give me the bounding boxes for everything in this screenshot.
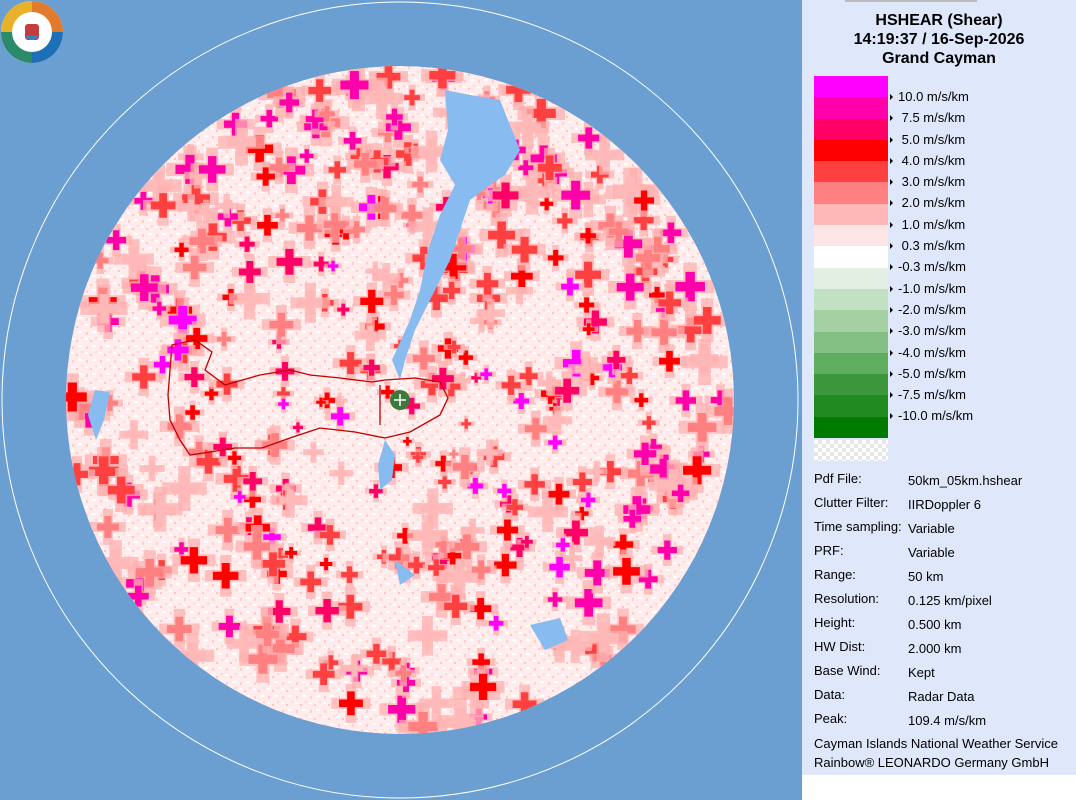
info-value: Variable [908, 545, 955, 560]
info-value: 0.125 km/pixel [908, 593, 992, 608]
product-title: HSHEAR (Shear) [875, 12, 1003, 29]
legend-swatch [814, 97, 888, 119]
info-value: 109.4 m/s/km [908, 713, 987, 728]
radar-site-icon [390, 390, 410, 410]
legend-swatch [814, 352, 888, 375]
legend-row: -3.0 m/s/km [814, 310, 1014, 338]
info-key: Time sampling: [814, 519, 902, 534]
info-row: Range: 50 km [814, 567, 1074, 591]
info-row: PRF: Variable [814, 543, 1074, 567]
legend-row: 4.0 m/s/km [814, 139, 1014, 167]
info-key: Range: [814, 567, 856, 582]
info-row: Data: Radar Data [814, 687, 1074, 711]
legend-swatch [814, 203, 888, 226]
title-block: HSHEAR (Shear) 14:19:37 / 16-Sep-2026 Gr… [802, 11, 1076, 68]
cayman-weather-service-logo [1, 1, 63, 63]
info-value: 0.500 km [908, 617, 962, 632]
legend-swatch [814, 310, 888, 332]
info-key: PRF: [814, 543, 844, 558]
legend-row [814, 416, 1014, 439]
scrollbar[interactable] [845, 0, 977, 2]
legend-swatch [814, 395, 888, 417]
info-key: Clutter Filter: [814, 495, 889, 510]
credit-line-1: Cayman Islands National Weather Service [814, 736, 1058, 751]
legend-row: 0.3 m/s/km [814, 225, 1014, 253]
nodata-swatch [814, 440, 888, 461]
legend-swatch [814, 76, 888, 98]
radar-map[interactable] [0, 0, 800, 800]
info-panel: HSHEAR (Shear) 14:19:37 / 16-Sep-2026 Gr… [802, 0, 1076, 775]
legend-swatch [814, 267, 888, 289]
legend-swatch [814, 139, 888, 162]
info-value: 50km_05km.hshear [908, 473, 1023, 488]
credits: Cayman Islands National Weather Service … [814, 734, 1058, 772]
site-name: Grand Cayman [882, 50, 996, 67]
info-value: 2.000 km [908, 641, 962, 656]
legend-swatch [814, 288, 888, 311]
legend-row: -2.0 m/s/km [814, 288, 1014, 316]
info-row: Height: 0.500 km [814, 615, 1074, 639]
panel-footer [802, 775, 1076, 800]
info-key: Height: [814, 615, 856, 630]
info-key: Peak: [814, 711, 848, 726]
legend-row: -1.0 m/s/km [814, 267, 1014, 295]
legend-row: -10.0 m/s/km [814, 395, 1014, 423]
info-row: Peak: 109.4 m/s/km [814, 711, 1074, 735]
info-row: Time sampling: Variable [814, 519, 1074, 543]
credit-line-2: Rainbow® LEONARDO Germany GmbH [814, 755, 1049, 770]
info-row: Resolution: 0.125 km/pixel [814, 591, 1074, 615]
color-legend: 10.0 m/s/km 7.5 m/s/km 5.0 m/s/km 4.0 m/… [814, 76, 1014, 439]
product-info: Pdf File: 50km_05km.hshear Clutter Filter:… [814, 471, 1074, 735]
info-row: Pdf File: 50km_05km.hshear [814, 471, 1074, 495]
info-value: Kept [908, 665, 935, 680]
legend-row: 2.0 m/s/km [814, 182, 1014, 210]
info-value: Radar Data [908, 689, 975, 704]
legend-swatch [814, 161, 888, 183]
info-key: Resolution: [814, 591, 880, 606]
legend-row: -0.3 m/s/km [814, 246, 1014, 274]
info-row: Clutter Filter: IIRDoppler 6 [814, 495, 1074, 519]
legend-row: -5.0 m/s/km [814, 352, 1014, 380]
legend-row: 10.0 m/s/km [814, 76, 1014, 104]
info-key: Pdf File: [814, 471, 862, 486]
legend-row: 5.0 m/s/km [814, 118, 1014, 146]
legend-row: 1.0 m/s/km [814, 203, 1014, 231]
info-key: HW Dist: [814, 639, 866, 654]
info-key: Base Wind: [814, 663, 881, 678]
info-value: IIRDoppler 6 [908, 497, 981, 512]
legend-swatch [814, 374, 888, 396]
legend-swatch [814, 416, 888, 439]
legend-row: -7.5 m/s/km [814, 374, 1014, 402]
legend-swatch [814, 182, 888, 204]
timestamp: 14:19:37 / 16-Sep-2026 [853, 31, 1025, 48]
legend-swatch [814, 246, 888, 268]
legend-swatch [814, 331, 888, 353]
legend-row: 7.5 m/s/km [814, 97, 1014, 125]
legend-row: -4.0 m/s/km [814, 331, 1014, 359]
info-value: 50 km [908, 569, 944, 584]
info-row: HW Dist: 2.000 km [814, 639, 1074, 663]
legend-swatch [814, 225, 888, 247]
info-value: Variable [908, 521, 955, 536]
info-key: Data: [814, 687, 846, 702]
legend-swatch [814, 118, 888, 140]
info-row: Base Wind: Kept [814, 663, 1074, 687]
radar-map-svg [1, 1, 799, 799]
legend-row: 3.0 m/s/km [814, 161, 1014, 189]
